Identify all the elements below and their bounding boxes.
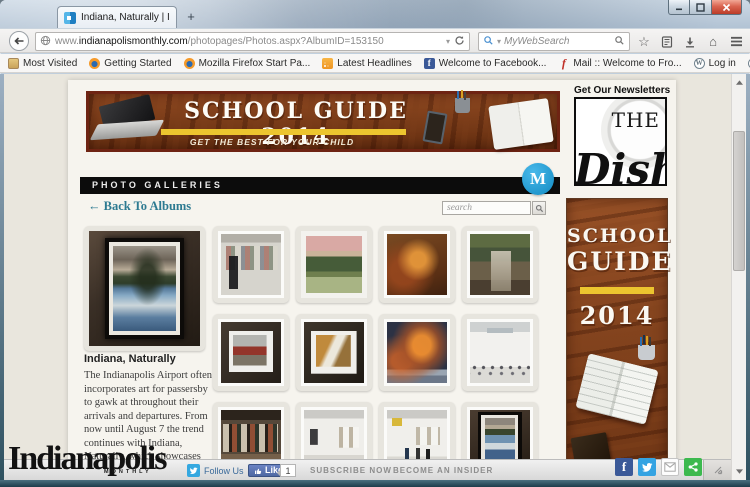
- twitter-follow-widget[interactable]: Follow Us: [187, 464, 244, 477]
- thumb-stream-gorge[interactable]: [462, 226, 538, 303]
- wordpress-icon: W: [694, 58, 705, 69]
- scroll-up-arrow-icon[interactable]: [732, 76, 746, 89]
- gallery-search-input[interactable]: [442, 201, 531, 215]
- open-book-icon: [575, 353, 658, 425]
- home-icon[interactable]: ⌂: [705, 34, 721, 50]
- monogram-logo[interactable]: M: [522, 163, 554, 195]
- the-dish-newsletter-ad[interactable]: THE Dish: [574, 97, 667, 186]
- thumb-airport-terminal[interactable]: [462, 314, 538, 391]
- facebook-icon: f: [424, 58, 435, 69]
- tab-title: Indiana, Naturally | Indianapoli...: [81, 12, 170, 23]
- bookmarks-toolbar: Most Visited Getting Started Mozilla Fir…: [0, 54, 750, 73]
- window-frame-right: [746, 74, 750, 487]
- facebook-share-button[interactable]: f: [615, 458, 633, 476]
- globe-icon: [40, 33, 51, 51]
- folder-icon: [8, 58, 19, 69]
- page-scrollbar[interactable]: [731, 74, 746, 480]
- share-icon: [687, 461, 699, 473]
- indianapolis-monthly-logo[interactable]: Indianapolis MONTHLY: [8, 442, 165, 476]
- search-engine-dropdown-icon[interactable]: ▾: [497, 37, 501, 46]
- search-engine-icon[interactable]: [483, 33, 494, 51]
- bookmark-star-icon[interactable]: ☆: [636, 34, 652, 50]
- ad-underline: [580, 287, 654, 294]
- bookmark-mail[interactable]: fMail :: Welcome to Fro...: [558, 58, 681, 69]
- minimize-button[interactable]: [668, 0, 690, 15]
- back-button[interactable]: [9, 31, 29, 51]
- share-button[interactable]: [684, 458, 702, 476]
- window-resize-grip[interactable]: [703, 460, 731, 480]
- banner-subtitle: GET THE BEST FOR YOUR CHILD: [147, 137, 397, 147]
- webpage: SCHOOL GUIDE 2014 GET THE BEST FOR YOUR …: [68, 80, 676, 480]
- site-favicon-icon: [64, 12, 76, 24]
- newsletters-label: Get Our Newsletters: [574, 85, 670, 96]
- url-dropdown-icon[interactable]: ▾: [446, 37, 450, 46]
- thumb-autumn-forest[interactable]: [379, 226, 455, 303]
- twitter-icon: [641, 461, 653, 473]
- thumbnail-grid: [213, 226, 538, 479]
- url-bar[interactable]: www.indianapolismonthly.com/photopages/P…: [35, 32, 470, 51]
- window-titlebar[interactable]: Indiana, Naturally | Indianapoli... +: [0, 0, 750, 28]
- navigation-toolbar: www.indianapolismonthly.com/photopages/P…: [0, 28, 750, 53]
- browser-window: Indiana, Naturally | Indianapoli... + ww…: [0, 0, 750, 487]
- web-search-input[interactable]: [504, 36, 611, 47]
- window-controls: [668, 0, 742, 15]
- bookmark-getting-started[interactable]: Getting Started: [89, 58, 171, 69]
- firefox-icon: [184, 58, 195, 69]
- twitter-icon: [187, 464, 200, 477]
- thumb-gallery-wall-visitor[interactable]: [213, 226, 289, 303]
- reload-icon[interactable]: [454, 33, 465, 51]
- pencil-cup-icon: [638, 345, 655, 360]
- downloads-icon[interactable]: [682, 34, 698, 50]
- web-search-bar[interactable]: ▾: [478, 32, 630, 51]
- pencil-cup-icon: [455, 98, 470, 113]
- school-guide-sidebar-ad[interactable]: SCHOOL GUIDE 2014: [566, 198, 668, 475]
- banner-underline: [161, 129, 406, 135]
- browser-tab[interactable]: Indiana, Naturally | Indianapoli...: [57, 6, 177, 28]
- subscribe-now-link[interactable]: SUBSCRIBE NOW: [310, 466, 392, 475]
- window-frame-left: [0, 74, 4, 487]
- twitter-share-button[interactable]: [638, 458, 656, 476]
- url-text: www.indianapolismonthly.com/photopages/P…: [55, 36, 442, 47]
- thumb-framed-landscape[interactable]: [296, 226, 372, 303]
- search-go-icon[interactable]: [614, 33, 625, 51]
- section-header: PHOTO GALLERIES: [80, 177, 560, 194]
- gallery-search-button[interactable]: [532, 201, 546, 215]
- close-button[interactable]: [712, 0, 742, 15]
- thumbs-up-icon: [254, 467, 262, 475]
- bookmark-firefox-start[interactable]: Mozilla Firefox Start Pa...: [184, 58, 311, 69]
- email-share-button[interactable]: [661, 458, 679, 476]
- firefox-icon: [89, 58, 100, 69]
- album-title: Indiana, Naturally: [84, 353, 176, 365]
- scrollbar-thumb[interactable]: [733, 131, 745, 271]
- bookmark-latest-headlines[interactable]: Latest Headlines: [322, 58, 412, 69]
- bookmarks-panel-icon[interactable]: [659, 34, 675, 50]
- new-tab-button[interactable]: +: [183, 9, 199, 25]
- toolbar-icons: ☆ ⌂: [636, 32, 744, 51]
- thumb-framed-waterfall[interactable]: [296, 314, 372, 391]
- browser-viewport: SCHOOL GUIDE 2014 GET THE BEST FOR YOUR …: [4, 74, 746, 480]
- school-guide-banner-ad[interactable]: SCHOOL GUIDE 2014 GET THE BEST FOR YOUR …: [86, 91, 560, 152]
- bookmark-login[interactable]: WLog in: [694, 58, 736, 69]
- become-an-insider-link[interactable]: BECOME AN INSIDER: [393, 466, 493, 475]
- bookmark-facebook[interactable]: fWelcome to Facebook...: [424, 58, 547, 69]
- menu-icon[interactable]: [728, 34, 744, 50]
- open-book-icon: [488, 98, 554, 150]
- maximize-button[interactable]: [690, 0, 712, 15]
- thumb-framed-red-mill[interactable]: [213, 314, 289, 391]
- envelope-icon: [664, 462, 676, 472]
- feed-icon: [322, 58, 333, 69]
- mail-icon: f: [558, 58, 569, 69]
- window-frame-bottom: [0, 480, 750, 487]
- bookmark-most-visited[interactable]: Most Visited: [8, 58, 77, 69]
- featured-photo-thumbnail[interactable]: [84, 226, 205, 351]
- back-to-albums-link[interactable]: ← Back To Albums: [88, 199, 191, 214]
- thumb-sunset-sky[interactable]: [379, 314, 455, 391]
- scroll-down-arrow-icon[interactable]: [732, 465, 746, 478]
- like-count-badge: 1: [280, 464, 296, 477]
- social-buttons: f: [615, 458, 702, 476]
